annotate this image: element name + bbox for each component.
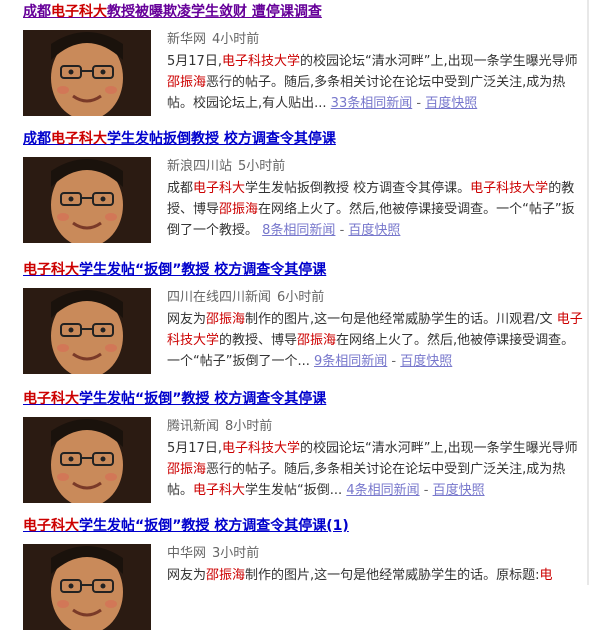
result-title-link[interactable]: 电子科大学生发帖“扳倒”教授 校方调查令其停课(1) (23, 517, 349, 535)
title-text: 成都 (23, 131, 51, 147)
snippet-text: 网友为 (167, 568, 207, 583)
snapshot-link[interactable]: 百度快照 (425, 96, 477, 111)
result-title-link[interactable]: 电子科大学生发帖“扳倒”教授 校方调查令其停课 (23, 261, 326, 279)
snippet-text: 制作的图片,这一句是他经常威胁学生的话。原标题: (245, 568, 540, 583)
news-time: 6小时前 (277, 290, 325, 305)
result-thumbnail[interactable] (23, 417, 151, 503)
snippet-text: 的校园论坛“清水河畔”上,出现一条学生曝光导师 (299, 54, 578, 69)
news-result: 成都电子科大学生发帖扳倒教授 校方调查令其停课 新浪四川站 5小时前 成都电子科大学生… (0, 130, 589, 256)
news-result: 电子科大学生发帖“扳倒”教授 校方调查令其停课(1) 中华网 3小时前 网友为邵振海制… (0, 517, 589, 643)
result-snippet: 网友为邵振海制作的图片,这一句是他经常威胁学生的话。川观君/文 电子科技大学的教… (167, 309, 587, 372)
snippet-highlight: 邵振海 (219, 202, 259, 217)
result-meta: 新华网 4小时前 (167, 31, 259, 49)
news-result: 电子科大学生发帖“扳倒”教授 校方调查令其停课 四川在线四川新闻 6小时前 网友为邵振… (0, 261, 589, 387)
snippet-highlight: 电 (539, 568, 553, 583)
result-title-link[interactable]: 电子科大学生发帖“扳倒”教授 校方调查令其停课 (23, 390, 326, 408)
news-time: 8小时前 (225, 419, 273, 434)
news-source: 腾讯新闻 (167, 419, 220, 434)
title-text: 学生发帖“扳倒”教授 校方调查令其停课 (79, 391, 327, 407)
title-highlight: 电子科大 (23, 391, 79, 407)
result-snippet: 网友为邵振海制作的图片,这一句是他经常威胁学生的话。原标题:电 (167, 565, 587, 586)
snippet-highlight: 电子科大 (193, 181, 246, 196)
snippet-highlight: 电子科技大学 (470, 181, 549, 196)
snippet-highlight: 邵振海 (206, 312, 246, 327)
snippet-highlight: 邵振海 (167, 75, 207, 90)
news-source: 中华网 (167, 546, 207, 561)
title-text: 学生发帖“扳倒”教授 校方调查令其停课 (79, 262, 327, 278)
related-news-link[interactable]: 9条相同新闻 (314, 354, 387, 369)
result-thumbnail[interactable] (23, 157, 151, 243)
separator: - (387, 354, 401, 369)
result-meta: 腾讯新闻 8小时前 (167, 418, 272, 436)
snippet-text: 制作的图片,这一句是他经常威胁学生的话。川观君/文 (245, 312, 557, 327)
result-snippet: 5月17日,电子科技大学的校园论坛“清水河畔”上,出现一条学生曝光导师邵振海恶行… (167, 51, 587, 114)
title-text: 教授被曝欺凌学生敛财 遭停课调查 (107, 4, 322, 20)
related-news-link[interactable]: 4条相同新闻 (346, 483, 419, 498)
snippet-text: 5月17日, (167, 441, 222, 456)
snippet-text: 的教授、博导 (219, 333, 298, 348)
title-highlight: 电子科大 (23, 518, 79, 534)
result-thumbnail[interactable] (23, 288, 151, 374)
title-text: 成都 (23, 4, 51, 20)
title-text: 学生发帖扳倒教授 校方调查令其停课 (107, 131, 336, 147)
result-snippet: 成都电子科大学生发帖扳倒教授 校方调查令其停课。电子科技大学的教授、博导邵振海在… (167, 178, 587, 241)
snippet-text: 成都 (167, 181, 194, 196)
snapshot-link[interactable]: 百度快照 (433, 483, 485, 498)
snippet-text: 网友为 (167, 312, 207, 327)
news-time: 5小时前 (238, 159, 286, 174)
snippet-highlight: 邵振海 (167, 462, 207, 477)
news-time: 4小时前 (212, 32, 260, 47)
news-result: 成都电子科大教授被曝欺凌学生敛财 遭停课调查新华网 4小时前 5月17日,电子科技大… (0, 3, 589, 129)
snippet-highlight: 电子科大 (193, 483, 246, 498)
snippet-text: 学生发帖扳倒教授 校方调查令其停课。 (245, 181, 471, 196)
result-snippet: 5月17日,电子科技大学的校园论坛“清水河畔”上,出现一条学生曝光导师邵振海恶行… (167, 438, 587, 501)
news-source: 四川在线四川新闻 (167, 290, 272, 305)
news-source: 新华网 (167, 32, 207, 47)
snapshot-link[interactable]: 百度快照 (400, 354, 452, 369)
result-thumbnail[interactable] (23, 30, 151, 116)
news-source: 新浪四川站 (167, 159, 233, 174)
snippet-highlight: 电子科技大学 (221, 54, 300, 69)
snippet-text: 的校园论坛“清水河畔”上,出现一条学生曝光导师 (299, 441, 578, 456)
result-thumbnail[interactable] (23, 544, 151, 630)
result-meta: 新浪四川站 5小时前 (167, 158, 285, 176)
separator: - (419, 483, 433, 498)
snippet-text: 5月17日, (167, 54, 222, 69)
title-text: 学生发帖“扳倒”教授 校方调查令其停课(1) (79, 518, 349, 534)
related-news-link[interactable]: 8条相同新闻 (262, 223, 335, 238)
news-result: 电子科大学生发帖“扳倒”教授 校方调查令其停课 腾讯新闻 8小时前 5月17日,电子科… (0, 390, 589, 516)
result-meta: 四川在线四川新闻 6小时前 (167, 289, 324, 307)
snippet-text: 学生发帖“扳倒... (245, 483, 343, 498)
snippet-highlight: 电子科技大学 (221, 441, 300, 456)
separator: - (335, 223, 349, 238)
news-time: 3小时前 (212, 546, 260, 561)
result-meta: 中华网 3小时前 (167, 545, 259, 563)
result-title-link[interactable]: 成都电子科大教授被曝欺凌学生敛财 遭停课调查 (23, 3, 322, 21)
title-highlight: 电子科大 (51, 131, 107, 147)
separator: - (412, 96, 426, 111)
related-news-link[interactable]: 33条相同新闻 (331, 96, 413, 111)
snippet-highlight: 邵振海 (206, 568, 246, 583)
result-title-link[interactable]: 成都电子科大学生发帖扳倒教授 校方调查令其停课 (23, 130, 336, 148)
title-highlight: 电子科大 (51, 4, 107, 20)
snapshot-link[interactable]: 百度快照 (348, 223, 400, 238)
snippet-highlight: 邵振海 (297, 333, 337, 348)
title-highlight: 电子科大 (23, 262, 79, 278)
